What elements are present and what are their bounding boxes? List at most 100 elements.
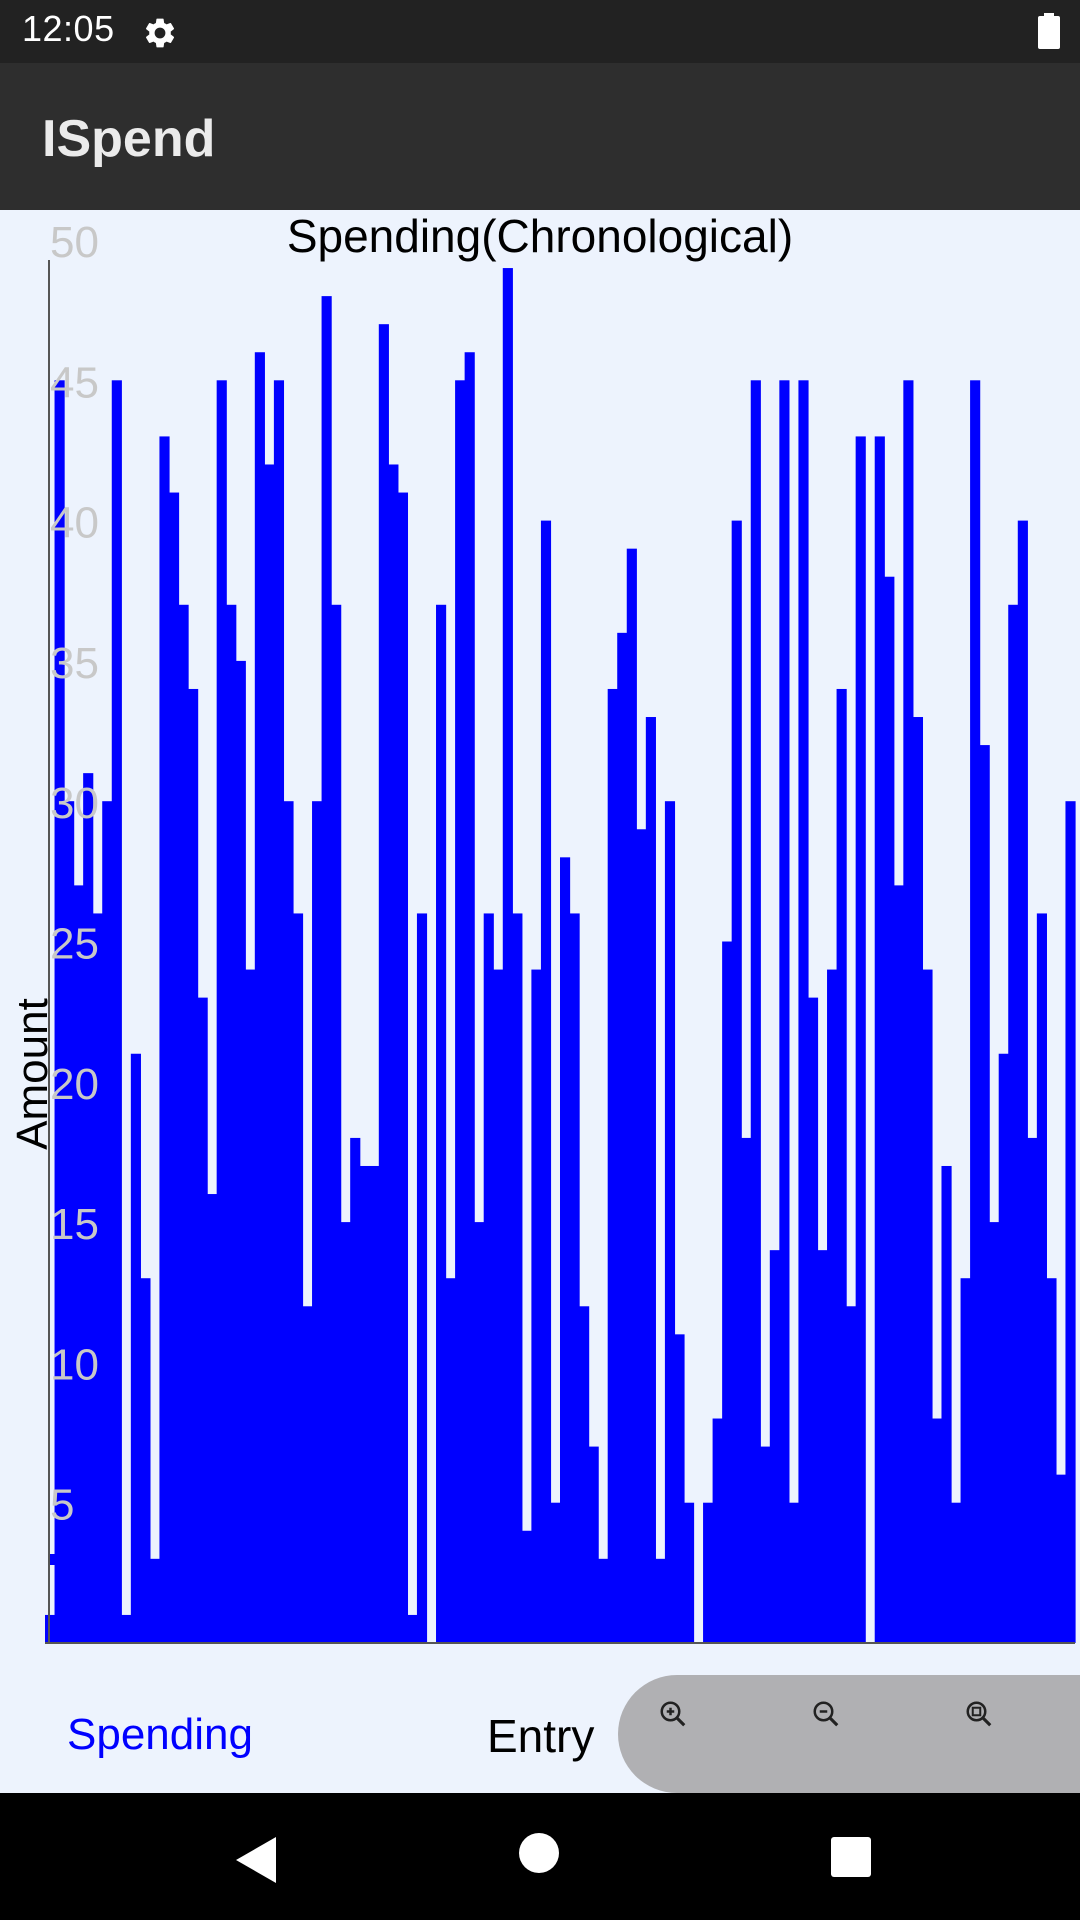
spending-bar <box>855 436 866 1644</box>
spending-bar <box>45 1614 56 1643</box>
app-title: ISpend <box>42 110 216 168</box>
spending-bar <box>807 997 819 1643</box>
y-tick-label: 30 <box>50 779 99 828</box>
spending-bar <box>970 380 981 1643</box>
spending-bar <box>321 296 332 1643</box>
spending-bar <box>750 380 761 1643</box>
spending-bar <box>912 717 924 1643</box>
spending-bar <box>960 1278 971 1643</box>
spending-bar <box>216 380 227 1643</box>
recents-icon[interactable] <box>831 1837 871 1877</box>
y-tick-label: 45 <box>50 358 99 407</box>
y-axis-title: Amount <box>8 998 57 1150</box>
spending-bar <box>598 1558 609 1643</box>
spending-bar <box>884 576 895 1643</box>
spending-bar <box>903 380 914 1643</box>
spending-bar <box>540 520 552 1643</box>
spending-bar <box>531 969 542 1643</box>
spending-bar <box>168 492 180 1643</box>
spending-bar <box>340 1222 351 1643</box>
zoom-in-icon[interactable] <box>658 1699 688 1729</box>
spending-bar <box>483 913 494 1643</box>
spending-bar <box>922 969 933 1643</box>
spending-bar <box>273 380 285 1643</box>
spending-bar <box>979 745 990 1643</box>
spending-bar <box>664 801 676 1643</box>
spending-bar <box>836 688 847 1643</box>
spending-bar <box>102 801 113 1643</box>
spending-bar <box>445 1278 456 1643</box>
spending-bar <box>312 801 323 1643</box>
spending-bar <box>521 1530 532 1643</box>
home-icon[interactable] <box>519 1833 559 1873</box>
spending-bar <box>731 520 742 1643</box>
spending-bar <box>998 1053 1009 1643</box>
spending-bar <box>779 380 790 1643</box>
spending-bar <box>455 380 466 1643</box>
spending-bar <box>350 1137 361 1643</box>
spending-bar <box>1046 1278 1057 1643</box>
spending-bar <box>331 604 342 1643</box>
chart-container: 5 10 15 20 25 30 35 40 45 50 Spending(Chronologic… <box>0 210 1080 1793</box>
spending-bar <box>207 1194 218 1643</box>
y-tick-label: 10 <box>50 1340 99 1389</box>
y-tick-label: 20 <box>50 1060 99 1109</box>
back-icon[interactable] <box>236 1837 276 1883</box>
legend-marker <box>50 1554 61 1565</box>
status-bar: 12:05 <box>0 0 1080 63</box>
spending-bar <box>292 913 304 1643</box>
gear-icon <box>146 18 175 48</box>
spending-bar <box>245 969 256 1643</box>
spending-bar <box>1027 1137 1038 1643</box>
y-tick-label: 40 <box>50 499 99 548</box>
spending-bar <box>769 1250 780 1643</box>
zoom-out-icon[interactable] <box>811 1699 841 1729</box>
spending-bar <box>1008 604 1019 1643</box>
spending-bar <box>388 464 399 1643</box>
spending-bar <box>741 1137 752 1643</box>
spending-bar <box>188 688 199 1643</box>
y-tick-label: 50 <box>50 218 99 267</box>
spending-bar <box>92 913 103 1643</box>
spending-bar <box>827 969 838 1643</box>
spending-bar <box>121 1614 132 1643</box>
spending-bar <box>989 1222 1000 1643</box>
spending-bar <box>73 885 84 1643</box>
spending-bar <box>645 717 656 1643</box>
status-time: 12:05 <box>22 8 115 49</box>
spending-bar <box>788 1502 800 1643</box>
spending-bar <box>235 660 246 1643</box>
spending-bar <box>874 436 885 1644</box>
spending-bar <box>703 1502 714 1643</box>
spending-bar <box>893 885 904 1643</box>
y-tick-label: 5 <box>50 1481 74 1530</box>
spending-bar <box>283 801 294 1643</box>
spending-bar <box>474 1222 485 1643</box>
spending-bar <box>1036 913 1047 1643</box>
y-tick-label: 15 <box>50 1200 99 1249</box>
spending-bar <box>550 1502 561 1643</box>
spending-bar <box>951 1502 962 1643</box>
spending-bar <box>407 1614 418 1643</box>
spending-bar <box>140 1278 151 1643</box>
spending-bar <box>607 688 618 1643</box>
bars-group <box>45 268 1076 1644</box>
spending-bar <box>464 352 475 1643</box>
spending-bar <box>416 913 428 1643</box>
zoom-reset-icon[interactable] <box>964 1699 994 1729</box>
spending-bar <box>655 1558 666 1643</box>
spending-bar <box>569 913 580 1643</box>
spending-bar <box>378 324 389 1644</box>
spending-bar <box>579 1306 590 1643</box>
spending-bar <box>197 997 208 1643</box>
spending-bar <box>264 464 275 1643</box>
spending-bar <box>436 604 447 1643</box>
spending-bar <box>159 436 170 1644</box>
spending-bar <box>941 1165 952 1643</box>
spending-bar-chart[interactable]: 5 10 15 20 25 30 35 40 45 50 Spending(Chronologic… <box>0 210 1080 1650</box>
battery-icon <box>1038 13 1060 49</box>
zoom-controls <box>618 1675 1080 1793</box>
navigation-bar <box>0 1793 1080 1920</box>
spending-bar <box>369 1165 380 1643</box>
legend-label: Spending <box>67 1710 253 1759</box>
